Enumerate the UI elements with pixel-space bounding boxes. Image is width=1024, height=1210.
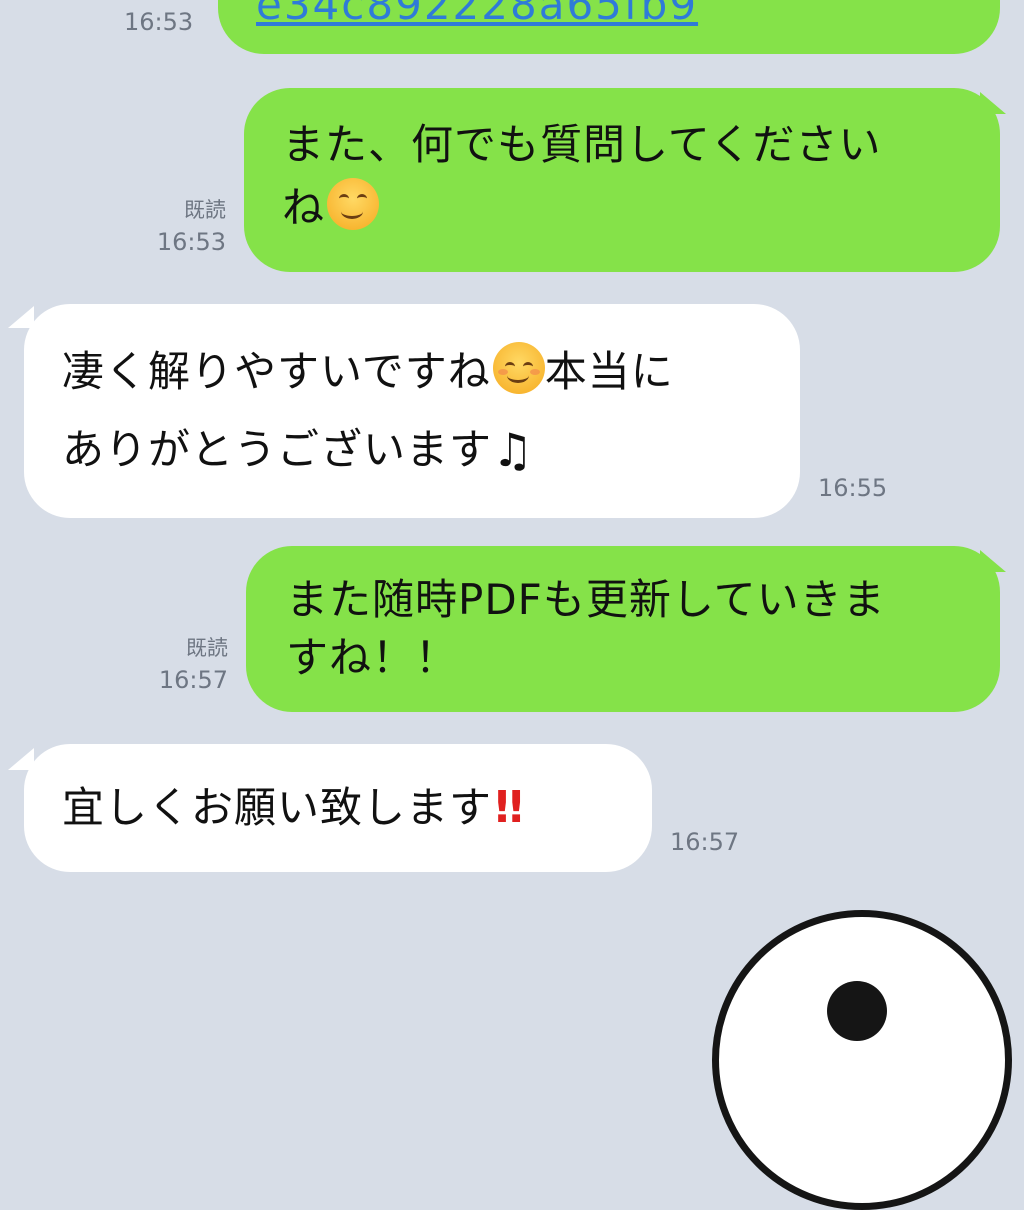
received-message-bubble[interactable]: 宜しくお願い致します!! (24, 744, 652, 872)
message-text-line: ね (282, 178, 980, 238)
message-time: 16:57 (158, 666, 228, 694)
message-time: 16:53 (156, 228, 226, 256)
message-text-line: 宜しくお願い致します!! (62, 778, 632, 838)
message-meta: 既読 16:53 (120, 194, 226, 258)
message-text-line: すね！！ (286, 633, 459, 682)
message-time: 16:55 (818, 474, 888, 502)
message-time: 16:57 (670, 828, 740, 856)
bubble-tail (980, 92, 1006, 114)
message-time: 16:53 (124, 8, 194, 36)
sent-message-bubble[interactable]: また随時PDFも更新していきま すね！！ (246, 546, 1000, 712)
message-text-line: また、何でも質問してください (282, 120, 882, 169)
sticker-ear-shape (827, 981, 887, 1041)
music-notes-icon: ♫ (492, 423, 535, 477)
sticker-image[interactable] (712, 910, 1012, 1210)
chat-thread[interactable]: 16:53 e34c892228a65fb9 既読 16:53 また、何でも質問… (0, 0, 1024, 1210)
message-link[interactable]: e34c892228a65fb9 (256, 0, 698, 29)
message-text-line: また随時PDFも更新していきま (286, 575, 886, 624)
sent-message-bubble[interactable]: e34c892228a65fb9 (218, 0, 1000, 54)
smiling-face-icon (327, 178, 380, 230)
relieved-face-icon (492, 342, 545, 394)
sent-message-bubble[interactable]: また、何でも質問してください ね (244, 88, 1000, 272)
received-message-bubble[interactable]: 凄く解りやすいですね 本当に ありがとうございます♫ (24, 304, 800, 518)
bubble-tail (980, 550, 1006, 572)
read-receipt: 既読 (186, 636, 228, 660)
message-text-line: 凄く解りやすいですね 本当に (62, 334, 780, 410)
double-exclamation-icon: !! (492, 782, 526, 833)
message-text-line: ありがとうございます♫ (62, 410, 780, 490)
read-receipt: 既読 (184, 198, 226, 222)
message-meta: 既読 16:57 (122, 632, 228, 696)
